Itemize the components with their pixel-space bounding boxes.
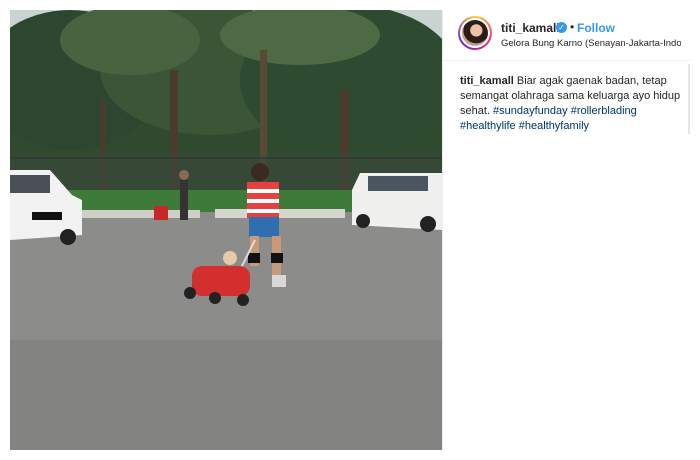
verified-badge-icon: ✓ [556,22,567,33]
post-caption: titi_kamall Biar agak gaenak badan, teta… [460,74,685,134]
location-link[interactable]: Gelora Bung Karno (Senayan-Jakarta-Indo.… [501,38,681,49]
hashtag-link[interactable]: #healthyfamily [519,120,589,132]
photo-scene [10,10,442,450]
post-photo[interactable] [10,10,442,450]
panel-divider [442,10,443,450]
instagram-post: titi_kamall ✓ • Follow Gelora Bung Karno… [0,0,700,460]
post-header: titi_kamall ✓ • Follow Gelora Bung Karno… [443,10,691,61]
hashtag-link[interactable]: #sundayfunday [493,105,568,117]
avatar-ring [460,18,490,48]
comments-scrollbar[interactable] [688,64,690,134]
avatar-image [462,20,488,46]
separator-dot: • [570,20,575,34]
follow-button[interactable]: Follow [577,21,615,35]
avatar[interactable] [458,16,492,50]
caption-username-link[interactable]: titi_kamall [460,75,514,87]
username-link[interactable]: titi_kamall [501,21,560,35]
hashtag-link[interactable]: #healthylife [460,120,516,132]
hashtag-link[interactable]: #rollerblading [571,105,637,117]
